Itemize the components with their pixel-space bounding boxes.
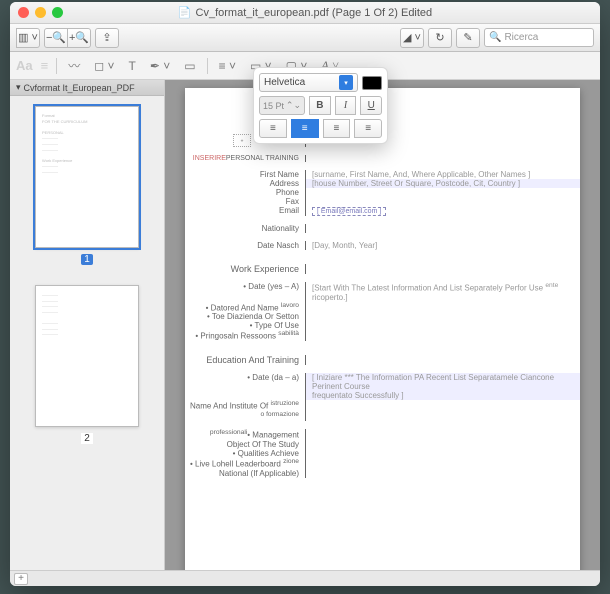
- sidebar-header: ▾Cvformat It_European_PDF: [10, 80, 164, 96]
- font-popover: Helvetica▾ 15 Pt⌃⌄ B I U ≡ ≡ ≡ ≡: [253, 67, 388, 144]
- document-icon: 📄: [178, 6, 192, 19]
- share-button[interactable]: ⇪: [95, 28, 119, 48]
- work-date-value[interactable]: [Start With The Latest Information And L…: [312, 284, 543, 293]
- section-education: Education And Training: [185, 355, 305, 365]
- edu-date-label: • Date (da – a): [185, 373, 305, 400]
- document-area[interactable]: Format FOR THE C ⋆ INSERIREPERSONAL TRAI…: [165, 80, 600, 570]
- employer-label: • Datored And Name: [206, 303, 279, 312]
- section-work: Work Experience: [185, 264, 305, 274]
- font-color-swatch[interactable]: [362, 76, 382, 90]
- font-family-select[interactable]: Helvetica▾: [259, 73, 358, 92]
- qual-label: • Qualities Achieve: [185, 449, 305, 458]
- phone-label: Phone: [185, 188, 305, 197]
- edu-date-value[interactable]: [ Iniziare *** The Information PA Recent…: [312, 373, 554, 391]
- bold-button[interactable]: B: [309, 96, 331, 115]
- list-style-button[interactable]: ≡: [41, 58, 49, 73]
- page-thumbnail-1[interactable]: FormatFOR THE CURRICULUMPERSONAL————————…: [35, 106, 139, 248]
- dob-label: Date Nasch: [185, 241, 305, 250]
- main-toolbar: ▥ ˅ −🔍 +🔍 ⇪ ◢ ˅ ↻ ✎ 🔍Ricerca: [10, 24, 600, 52]
- page-1: Format FOR THE C ⋆ INSERIREPERSONAL TRAI…: [185, 88, 580, 570]
- zoom-in-button[interactable]: +🔍: [67, 28, 91, 48]
- markup-button[interactable]: ✎: [456, 28, 480, 48]
- window-title: Cv_format_it_european.pdf (Page 1 Of 2) …: [196, 7, 433, 19]
- rotate-button[interactable]: ↻: [428, 28, 452, 48]
- note-button[interactable]: ▭: [181, 59, 198, 73]
- nationality-label: Nationality: [185, 224, 305, 233]
- email-label: Email: [185, 206, 305, 216]
- align-button[interactable]: ≡ ˅: [216, 59, 239, 73]
- search-field[interactable]: 🔍Ricerca: [484, 28, 594, 47]
- worktype-label: • Type Of Use: [185, 321, 305, 330]
- text-style-button[interactable]: Aa: [16, 58, 33, 73]
- zoom-window[interactable]: [52, 7, 63, 18]
- page-label-1: 1: [81, 254, 93, 265]
- zoom-out-button[interactable]: −🔍: [44, 28, 68, 48]
- address-label: Address: [185, 179, 305, 188]
- shapes-button[interactable]: ◻ ˅: [91, 59, 117, 73]
- thumbnails-sidebar: ▾Cvformat It_European_PDF FormatFOR THE …: [10, 80, 165, 570]
- address-value[interactable]: [house Number, Street Or Square, Postcod…: [305, 179, 580, 188]
- underline-button[interactable]: U: [360, 96, 382, 115]
- minimize-window[interactable]: [35, 7, 46, 18]
- fax-label: Fax: [185, 197, 305, 206]
- sidebar-toggle[interactable]: ▥ ˅: [16, 28, 40, 48]
- add-page-button[interactable]: +: [14, 573, 28, 585]
- institute-label: Name And Institute Of: [190, 402, 268, 411]
- footer: +: [10, 570, 600, 586]
- align-left-button[interactable]: ≡: [259, 119, 287, 138]
- national-label: National (If Applicable): [185, 469, 305, 478]
- page-thumbnail-2[interactable]: ————————————————————————————: [35, 285, 139, 427]
- align-right-button[interactable]: ≡: [323, 119, 351, 138]
- align-justify-button[interactable]: ≡: [354, 119, 382, 138]
- level-label: • Live Lohell Leaderboard: [190, 460, 281, 469]
- text-button[interactable]: T: [126, 59, 139, 73]
- firstname-label: First Name: [185, 170, 305, 179]
- work-date-label: • Date (yes – A): [185, 282, 305, 302]
- company-label: • Toe Diazienda Or Setton: [185, 312, 305, 321]
- resp-label: • Pringosaln Ressoons: [195, 332, 276, 341]
- close-window[interactable]: [18, 7, 29, 18]
- email-value[interactable]: [ Email@email.com ]: [312, 207, 386, 216]
- eu-flag-icon: ⋆: [233, 134, 251, 147]
- align-center-button[interactable]: ≡: [291, 119, 319, 138]
- sketch-button[interactable]: 〰: [65, 57, 83, 74]
- firstname-value[interactable]: [surname, First Name, And, Where Applica…: [305, 170, 580, 179]
- search-icon: 🔍: [489, 32, 501, 43]
- page-label-2: 2: [81, 433, 93, 444]
- section-personal: PERSONAL TRAINING: [226, 155, 299, 162]
- highlight-button[interactable]: ◢ ˅: [400, 28, 424, 48]
- dob-value[interactable]: [Day, Month, Year]: [305, 241, 580, 250]
- titlebar: 📄 Cv_format_it_european.pdf (Page 1 Of 2)…: [10, 2, 600, 24]
- italic-button[interactable]: I: [335, 96, 357, 115]
- sign-button[interactable]: ✒ ˅: [147, 59, 173, 73]
- font-size-stepper[interactable]: 15 Pt⌃⌄: [259, 96, 305, 115]
